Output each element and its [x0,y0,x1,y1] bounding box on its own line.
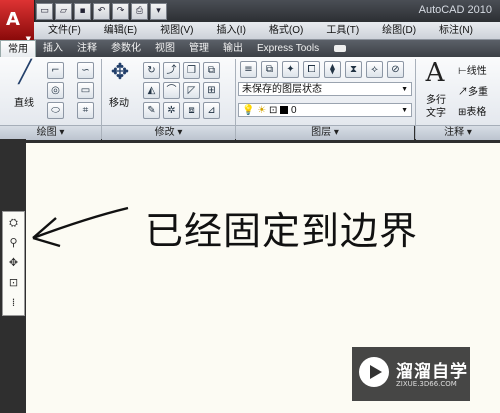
menu-bar: 文件(F) 编辑(E) 视图(V) 插入(I) 格式(O) 工具(T) 绘图(D… [34,22,500,40]
circle-icon[interactable]: ◎ [47,82,64,99]
spline-icon[interactable]: ∽ [77,62,94,79]
layer-lock-icon[interactable]: ⧠ [303,61,320,78]
menu-format[interactable]: 格式(O) [255,22,312,39]
rotate-icon[interactable]: ↻ [143,62,160,79]
copy-icon[interactable]: ❐ [183,62,200,79]
modify-panel-title[interactable]: 修改 ▾ [102,125,235,140]
app-title: AutoCAD 2010 [418,4,492,16]
chamfer-icon[interactable]: ⊿ [203,102,220,119]
menu-view[interactable]: 视图(V) [146,22,202,39]
new-file-icon[interactable]: ▭ [36,3,53,20]
mtext-label-2[interactable]: 文字 [426,104,446,119]
tab-parametric[interactable]: 参数化 [104,40,148,57]
watermark-url: ZIXUE.3D66.COM [396,380,457,388]
save-icon[interactable]: ▪ [74,3,91,20]
polyline-icon[interactable]: ⌐ [47,62,64,79]
app-logo: A [6,9,20,30]
showmotion-icon[interactable]: ⁞ [6,295,21,310]
tab-express-tools[interactable]: Express Tools [250,40,326,57]
tab-view[interactable]: 视图 [148,40,182,57]
rectangle-icon[interactable]: ▭ [77,82,94,99]
tab-output[interactable]: 输出 [216,40,250,57]
line-label: 直线 [14,98,34,109]
lightbulb-icon: 💡 [242,105,255,116]
layer-walk-icon[interactable]: ⧗ [345,61,362,78]
scale-icon[interactable]: ◸ [183,82,200,99]
title-bar: ▭ ▱ ▪ ↶ ↷ ⎙ ▾ AutoCAD 2010 [0,0,500,22]
tab-manage[interactable]: 管理 [182,40,216,57]
arrow-annotation [32,206,129,248]
docked-navigation-toolbar: ⛭ ⚲ ✥ ⊡ ⁞ [2,211,25,316]
steering-wheel-icon[interactable]: ⛭ [6,215,21,230]
pan-icon[interactable]: ✥ [6,255,21,270]
line-tool-icon[interactable]: ╱ [12,60,38,86]
ribbon-tabs: 常用 插入 注释 参数化 视图 管理 输出 Express Tools [0,40,500,57]
open-file-icon[interactable]: ▱ [55,3,72,20]
layer-state-dropdown[interactable]: 未保存的图层状态 ▼ [238,82,412,96]
lock-icon: ⊡ [268,105,278,116]
handwritten-note: 已经固定到边界 [145,209,419,253]
mirror-icon[interactable]: ◭ [143,82,160,99]
layer-delete-icon[interactable]: ⊘ [387,61,404,78]
zoom-icon[interactable]: ⚲ [6,235,21,250]
menu-insert[interactable]: 插入(I) [202,22,254,39]
move-label: 移动 [109,98,129,109]
layer-match-icon[interactable]: ⧫ [324,61,341,78]
draw-panel-title[interactable]: 绘图 ▾ [0,125,101,140]
tab-home[interactable]: 常用 [0,40,36,57]
menu-dimension[interactable]: 标注(N) [425,22,482,39]
tab-annotate[interactable]: 注释 [70,40,104,57]
chevron-down-icon: ▼ [401,86,408,93]
layer-isolate-icon[interactable]: ⧉ [261,61,278,78]
layer-freeze-icon[interactable]: ✦ [282,61,299,78]
current-layer-dropdown[interactable]: 💡 ☀ ⊡ 0 ▼ [238,103,412,117]
sun-icon: ☀ [257,105,267,116]
layer-color-swatch [280,106,289,114]
undo-icon[interactable]: ↶ [93,3,110,20]
ribbon-minimize-icon[interactable] [334,45,347,52]
watermark-title: 溜溜自学 [396,362,468,382]
qat-dropdown-icon[interactable]: ▾ [150,3,167,20]
chevron-down-icon: ▼ [401,107,408,114]
layer-merge-icon[interactable]: ⟡ [366,61,383,78]
stretch-icon[interactable]: ⧉ [203,62,220,79]
table-button[interactable]: ⊞表格 [458,103,486,118]
menu-tools[interactable]: 工具(T) [312,22,368,39]
ellipse-icon[interactable]: ⬭ [47,102,64,119]
fillet-icon[interactable]: ⌒ [163,82,180,99]
redo-icon[interactable]: ↷ [112,3,129,20]
print-icon[interactable]: ⎙ [131,3,148,20]
play-logo-icon [359,357,389,387]
application-menu-button[interactable]: A ▼ [0,0,35,43]
array-icon[interactable]: ⊞ [203,82,220,99]
menu-draw[interactable]: 绘图(D) [368,22,425,39]
watermark: 溜溜自学 ZIXUE.3D66.COM [352,347,470,401]
erase-icon[interactable]: ✎ [143,102,160,119]
multileader-button[interactable]: ↗多重 [458,83,488,98]
menu-file[interactable]: 文件(F) [34,22,90,39]
layers-panel-title[interactable]: 图层 ▾ [236,125,414,140]
layer-properties-icon[interactable]: ≡ [240,61,257,78]
tab-insert[interactable]: 插入 [36,40,70,57]
trim-icon[interactable]: ⤴ [163,62,180,79]
menu-edit[interactable]: 编辑(E) [90,22,146,39]
move-icon[interactable]: ✥ [107,60,133,86]
multiline-text-icon[interactable]: A [422,60,448,86]
offset-icon[interactable]: ⧈ [183,102,200,119]
quick-access-toolbar: ▭ ▱ ▪ ↶ ↷ ⎙ ▾ [36,3,167,20]
linear-dimension-button[interactable]: ⊢线性 [458,62,487,77]
annotation-panel-title[interactable]: 注释 ▾ [416,125,500,140]
explode-icon[interactable]: ✲ [163,102,180,119]
hatch-icon[interactable]: ⌗ [77,102,94,119]
zoom-window-icon[interactable]: ⊡ [6,275,21,290]
